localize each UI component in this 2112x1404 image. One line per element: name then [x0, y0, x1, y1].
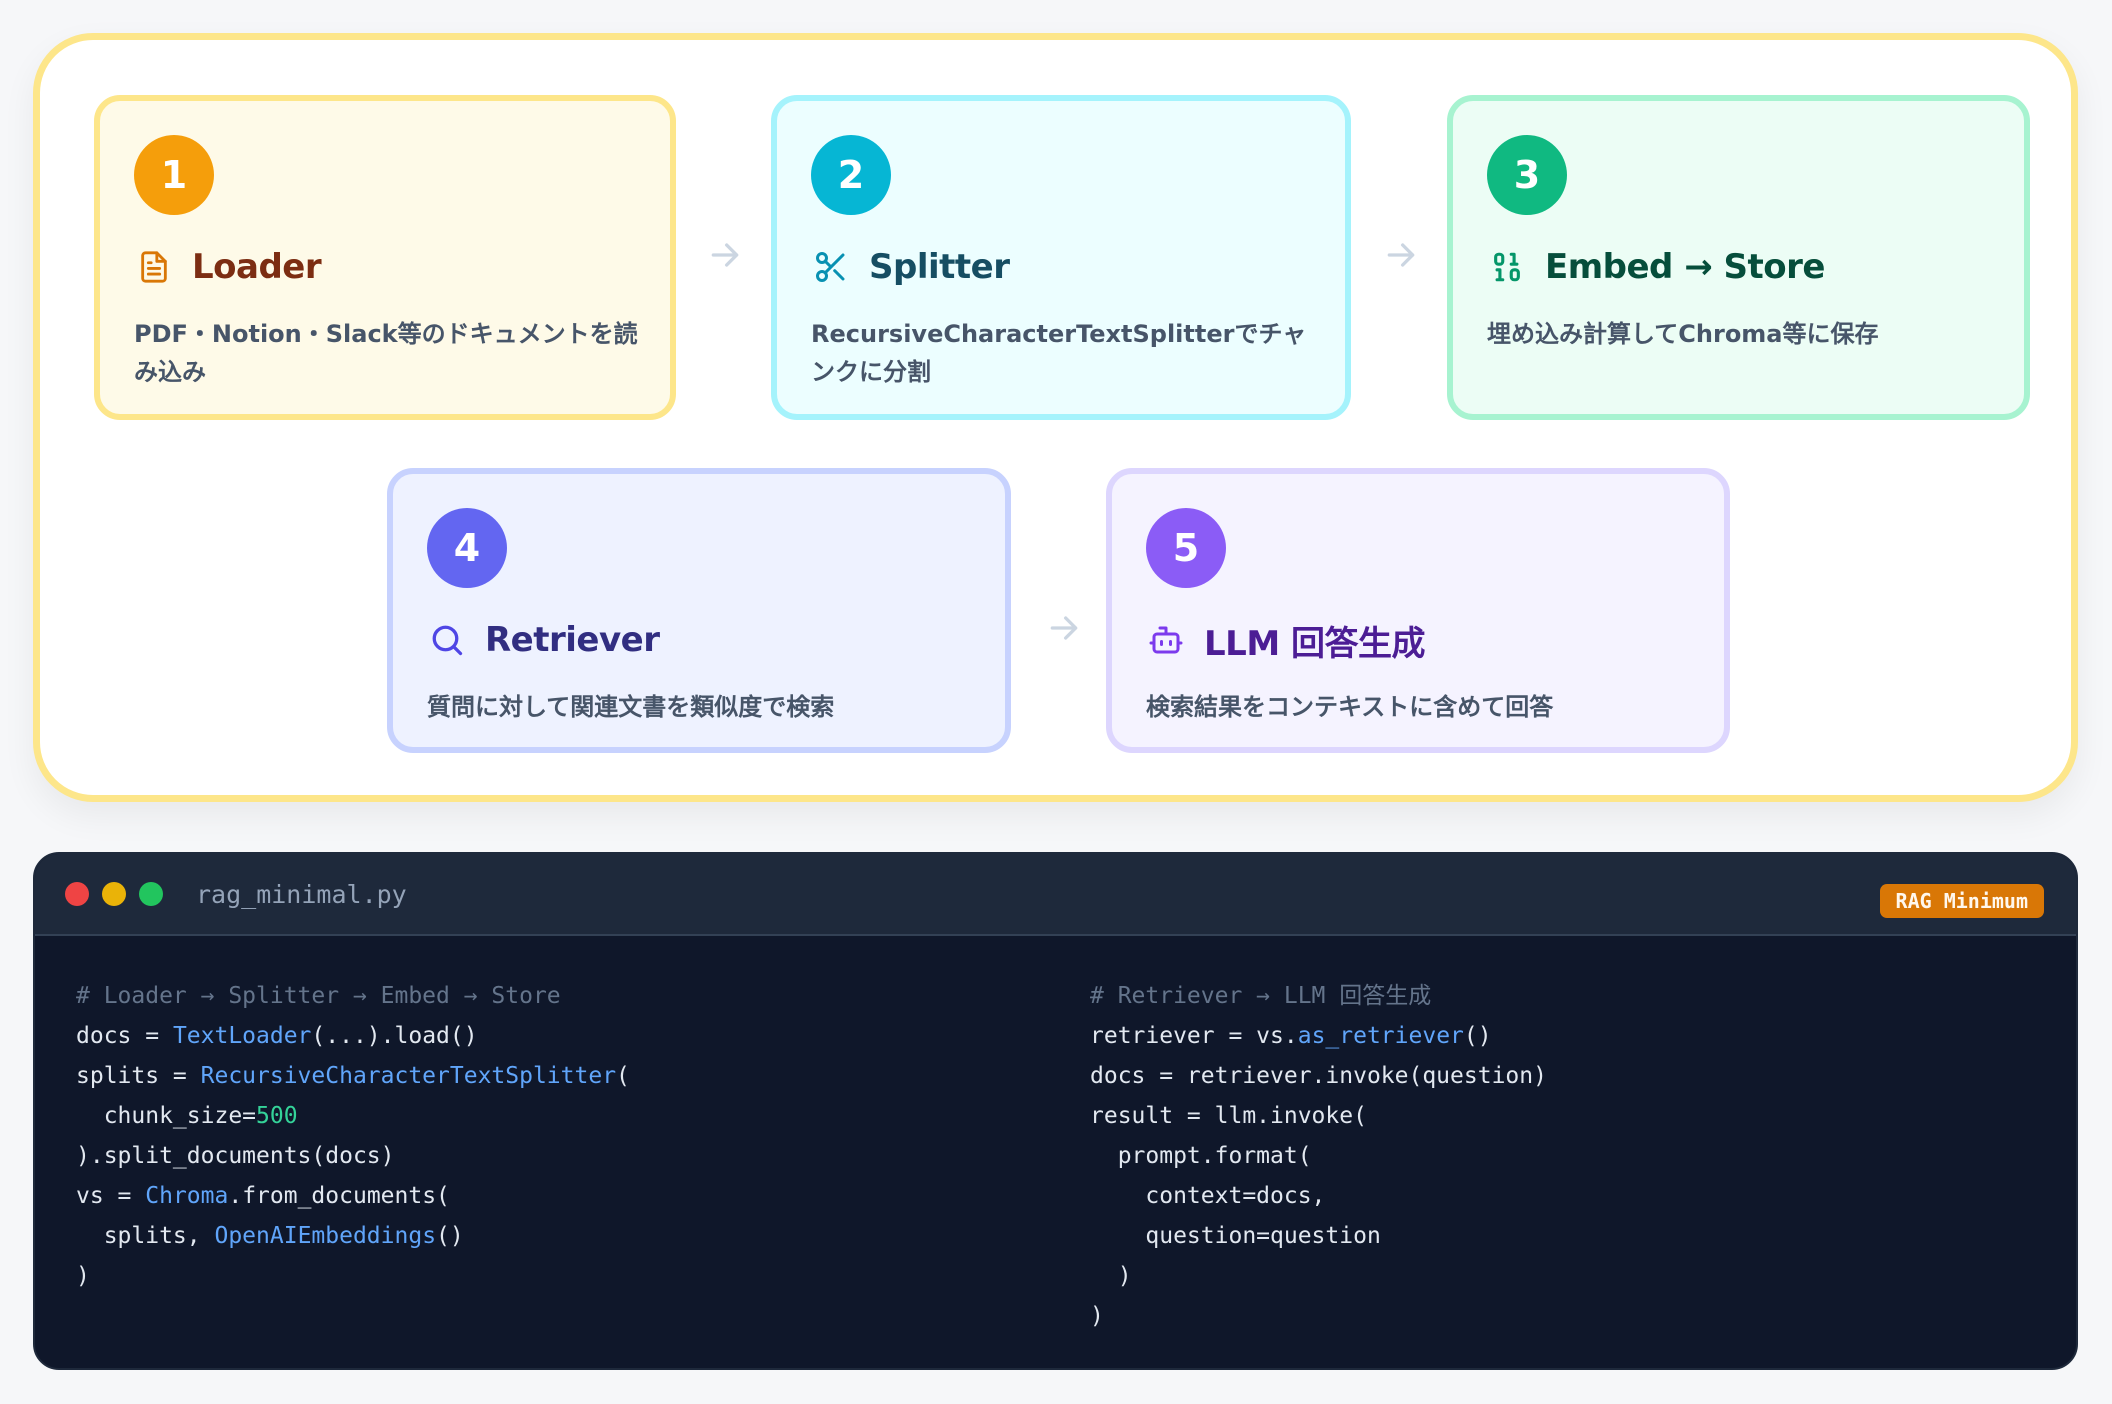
step-description: 埋め込み計算してChroma等に保存: [1487, 320, 1879, 348]
code-token: docs =: [76, 1023, 173, 1049]
step-card-embed-store: 3 Embed → Store 埋め込み計算してChroma等に保存: [1447, 95, 2030, 420]
code-block-right: # Retriever → LLM 回答生成 retriever = vs.as_…: [1090, 976, 1547, 1336]
code-line: retriever = vs.as_retriever(): [1090, 1016, 1547, 1056]
code-token: ): [1090, 1303, 1104, 1329]
step-card-splitter: 2 Splitter RecursiveCharacterTextSplitte…: [771, 95, 1351, 420]
code-line: ).split_documents(docs): [76, 1136, 630, 1176]
step-card-retriever: 4 Retriever 質問に対して関連文書を類似度で検索: [387, 468, 1011, 753]
code-token: (...).load(): [311, 1023, 478, 1049]
code-line: ): [76, 1256, 630, 1296]
code-line: chunk_size=500: [76, 1096, 630, 1136]
code-token: prompt.format(: [1090, 1143, 1312, 1169]
step-number-badge: 5: [1146, 508, 1226, 588]
code-line: docs = retriever.invoke(question): [1090, 1056, 1547, 1096]
code-token: OpenAIEmbeddings: [214, 1223, 437, 1249]
code-line: ): [1090, 1256, 1547, 1296]
code-token: ): [1090, 1263, 1132, 1289]
step-description: 質問に対して関連文書を類似度で検索: [427, 693, 835, 721]
code-token: # Loader → Splitter → Embed → Store: [76, 983, 561, 1009]
code-token: (: [616, 1063, 630, 1089]
code-token: ).split_documents(docs): [76, 1143, 395, 1169]
code-line: docs = TextLoader(...).load(): [76, 1016, 630, 1056]
code-tag-badge: RAG Minimum: [1879, 884, 2044, 918]
arrow-right-icon: [1050, 616, 1078, 640]
step-title: Retriever: [485, 620, 660, 660]
code-token: context=docs,: [1090, 1183, 1326, 1209]
code-window: rag_minimal.py RAG Minimum # Loader → Sp…: [33, 852, 2078, 1370]
document-icon: [134, 247, 174, 287]
binary-icon: [1487, 247, 1527, 287]
code-block-left: # Loader → Splitter → Embed → Store docs …: [76, 976, 630, 1296]
scissors-icon: [811, 247, 851, 287]
code-line: result = llm.invoke(: [1090, 1096, 1547, 1136]
code-token: splits =: [76, 1063, 201, 1089]
code-line: # Retriever → LLM 回答生成: [1090, 976, 1547, 1016]
robot-icon: [1146, 620, 1186, 660]
code-token: as_retriever: [1297, 1023, 1464, 1049]
code-line: prompt.format(: [1090, 1136, 1547, 1176]
code-line: splits = RecursiveCharacterTextSplitter(: [76, 1056, 630, 1096]
code-token: .from_documents(: [228, 1183, 450, 1209]
code-token: TextLoader: [172, 1023, 312, 1049]
code-token: retriever = vs.: [1090, 1023, 1298, 1049]
code-token: ): [76, 1263, 90, 1289]
code-line: ): [1090, 1296, 1547, 1336]
code-line: splits, OpenAIEmbeddings(): [76, 1216, 630, 1256]
step-description: PDF・Notion・Slack等のドキュメントを読み込み: [134, 320, 638, 386]
code-line: context=docs,: [1090, 1176, 1547, 1216]
code-window-titlebar: rag_minimal.py RAG Minimum: [35, 854, 2076, 936]
code-token: (): [1463, 1023, 1492, 1049]
minimize-window-dot[interactable]: [102, 882, 126, 906]
code-token: (): [436, 1223, 464, 1249]
step-card-llm-answer: 5 LLM 回答生成 検索結果をコンテキストに含めて回答: [1106, 468, 1730, 753]
close-window-dot[interactable]: [65, 882, 89, 906]
code-token: vs =: [76, 1183, 146, 1209]
step-description: 検索結果をコンテキストに含めて回答: [1146, 693, 1554, 721]
step-title: Embed → Store: [1545, 247, 1825, 287]
code-token: RecursiveCharacterTextSplitter: [200, 1063, 617, 1089]
code-filename: rag_minimal.py: [196, 879, 407, 909]
step-number-badge: 2: [811, 135, 891, 215]
rag-flow-diagram: 1 Loader PDF・Notion・Slack等のドキュメントを読み込み 2…: [33, 33, 2078, 802]
step-title: Loader: [192, 247, 322, 287]
code-token: result = llm.invoke(: [1090, 1103, 1367, 1129]
code-token: chunk_size=: [76, 1103, 257, 1129]
code-line: question=question: [1090, 1216, 1547, 1256]
code-token: docs = retriever.invoke(question): [1090, 1063, 1547, 1089]
arrow-right-icon: [711, 243, 739, 267]
code-token: # Retriever → LLM 回答生成: [1090, 983, 1432, 1009]
code-token: splits,: [76, 1223, 215, 1249]
code-line: vs = Chroma.from_documents(: [76, 1176, 630, 1216]
arrow-right-icon: [1387, 243, 1415, 267]
step-description: RecursiveCharacterTextSplitterでチャンクに分割: [811, 320, 1307, 386]
step-card-loader: 1 Loader PDF・Notion・Slack等のドキュメントを読み込み: [94, 95, 676, 420]
code-token: 500: [256, 1103, 298, 1129]
code-token: Chroma: [145, 1183, 229, 1209]
maximize-window-dot[interactable]: [139, 882, 163, 906]
step-title: Splitter: [869, 247, 1010, 287]
code-line: # Loader → Splitter → Embed → Store: [76, 976, 630, 1016]
step-number-badge: 1: [134, 135, 214, 215]
step-number-badge: 4: [427, 508, 507, 588]
step-title: LLM 回答生成: [1204, 623, 1426, 664]
search-icon: [427, 620, 467, 660]
step-number-badge: 3: [1487, 135, 1567, 215]
code-token: question=question: [1090, 1223, 1381, 1249]
